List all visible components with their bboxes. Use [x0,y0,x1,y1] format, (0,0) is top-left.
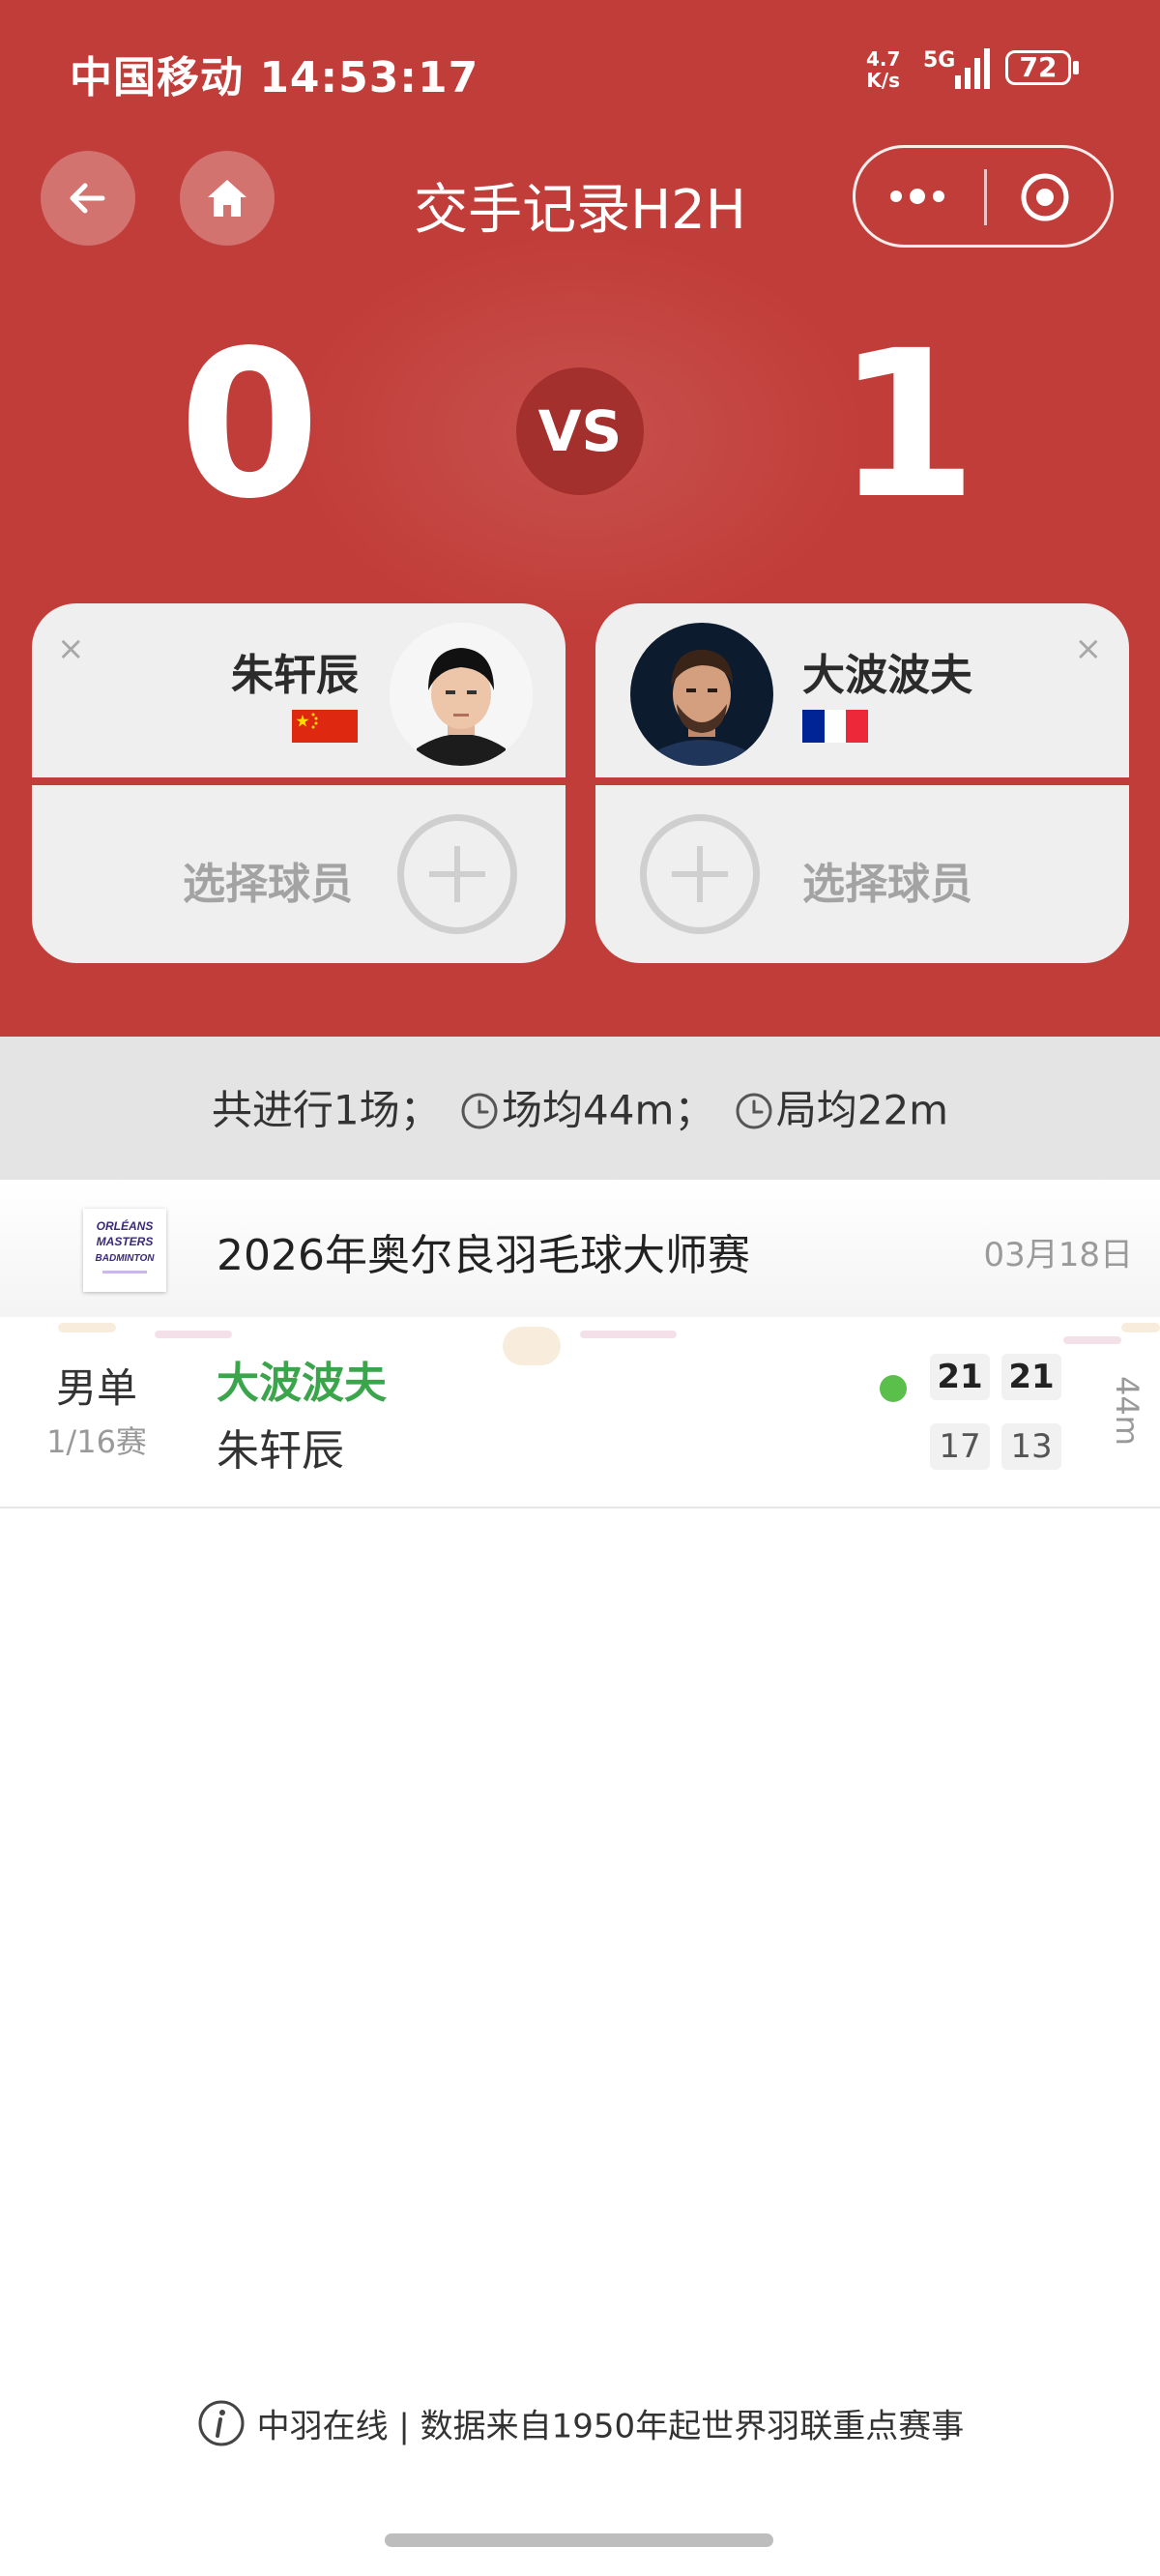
winner-game2-score: 21 [1001,1354,1061,1400]
battery-icon: 72 [1005,50,1081,87]
right-player-row[interactable]: 大波波夫 × [595,603,1129,777]
h2h-summary: 共进行1场； 场均44m； 局均22m [0,1037,1160,1180]
clock-icon [736,1093,772,1128]
right-score: 1 [835,307,978,543]
event-logo-line-1: ORLÉANS [97,1218,154,1233]
china-flag-icon [292,710,358,743]
match-type: 男单 [55,1364,137,1412]
right-add-player-icon[interactable] [640,814,760,934]
vs-badge: VS [516,367,644,495]
h2h-header: 中国移动 14:53:17 4.7 K/s 5G 72 交手记录H2H 0 VS… [0,0,1160,1037]
summary-avg-match: 场均44m； [502,1086,715,1134]
match-winner-name: 大波波夫 [217,1359,387,1408]
right-player-name: 大波波夫 [802,651,972,700]
target-circle-icon[interactable] [1020,172,1070,222]
summary-avg-game: 局均22m [775,1086,949,1134]
network-speed-value: 4.7 [866,47,901,71]
right-player-card: 大波波夫 × 选择球员 [595,603,1129,963]
event-row[interactable]: ORLÉANS MASTERS BADMINTON 2026年奥尔良羽毛球大师赛… [0,1180,1160,1319]
left-player-card: × 朱轩辰 选择球员 [32,603,566,963]
remove-left-player-icon[interactable]: × [57,632,85,665]
miniprogram-capsule [853,145,1114,248]
right-select-player-label: 选择球员 [802,860,972,909]
left-score: 0 [178,307,321,543]
data-source-footer: 中羽在线 | 数据来自1950年起世界羽联重点赛事 [0,2398,1160,2448]
left-select-player-button[interactable]: 选择球员 [32,785,566,963]
left-card-divider [32,777,566,785]
left-select-player-label: 选择球员 [183,860,353,909]
back-button[interactable] [41,151,135,246]
loser-game2-score: 13 [1001,1423,1061,1470]
match-loser-name: 朱轩辰 [217,1426,344,1476]
network-speed: 4.7 K/s [866,48,900,91]
footer-text: 中羽在线 | 数据来自1950年起世界羽联重点赛事 [256,2407,965,2446]
battery-level: 72 [1019,51,1058,83]
france-flag-icon [802,710,868,743]
info-icon [198,2400,245,2446]
badminton-watermark [58,1323,1160,1365]
winner-indicator [880,1375,907,1402]
summary-total: 共进行1场； [211,1086,441,1134]
match-row[interactable]: 男单 1/16赛 大波波夫 朱轩辰 21 21 17 13 44m [0,1317,1160,1508]
right-card-divider [595,777,1129,785]
network-speed-unit: K/s [866,69,901,92]
clock-icon [461,1093,498,1128]
home-icon [208,180,246,217]
arrow-left-icon [70,183,105,214]
home-indicator[interactable] [385,2533,773,2547]
network-type: 5G [923,48,956,73]
page-title: 交手记录H2H [414,179,746,242]
winner-game1-score: 21 [930,1354,990,1400]
home-button[interactable] [180,151,275,246]
left-player-name: 朱轩辰 [231,651,359,700]
event-name: 2026年奥尔良羽毛球大师赛 [217,1231,750,1280]
status-carrier-time: 中国移动 14:53:17 [70,53,479,102]
loser-game1-score: 17 [930,1423,990,1470]
left-player-row[interactable]: × 朱轩辰 [32,603,566,777]
status-bar: 中国移动 14:53:17 4.7 K/s 5G 72 [0,0,1160,135]
remove-right-player-icon[interactable]: × [1075,632,1103,665]
signal-icon [955,48,990,89]
event-date: 03月18日 [983,1236,1133,1274]
match-duration: 44m [1109,1376,1146,1446]
right-select-player-button[interactable]: 选择球员 [595,785,1129,963]
left-player-avatar [390,623,533,766]
capsule-divider [984,169,987,225]
event-logo-line-2: MASTERS [97,1235,154,1248]
right-player-avatar [630,623,773,766]
match-round: 1/16赛 [46,1423,147,1460]
more-dots-icon[interactable] [884,177,954,216]
event-logo: ORLÉANS MASTERS BADMINTON [83,1209,166,1292]
left-add-player-icon[interactable] [397,814,517,934]
event-logo-line-3: BADMINTON [96,1253,156,1264]
